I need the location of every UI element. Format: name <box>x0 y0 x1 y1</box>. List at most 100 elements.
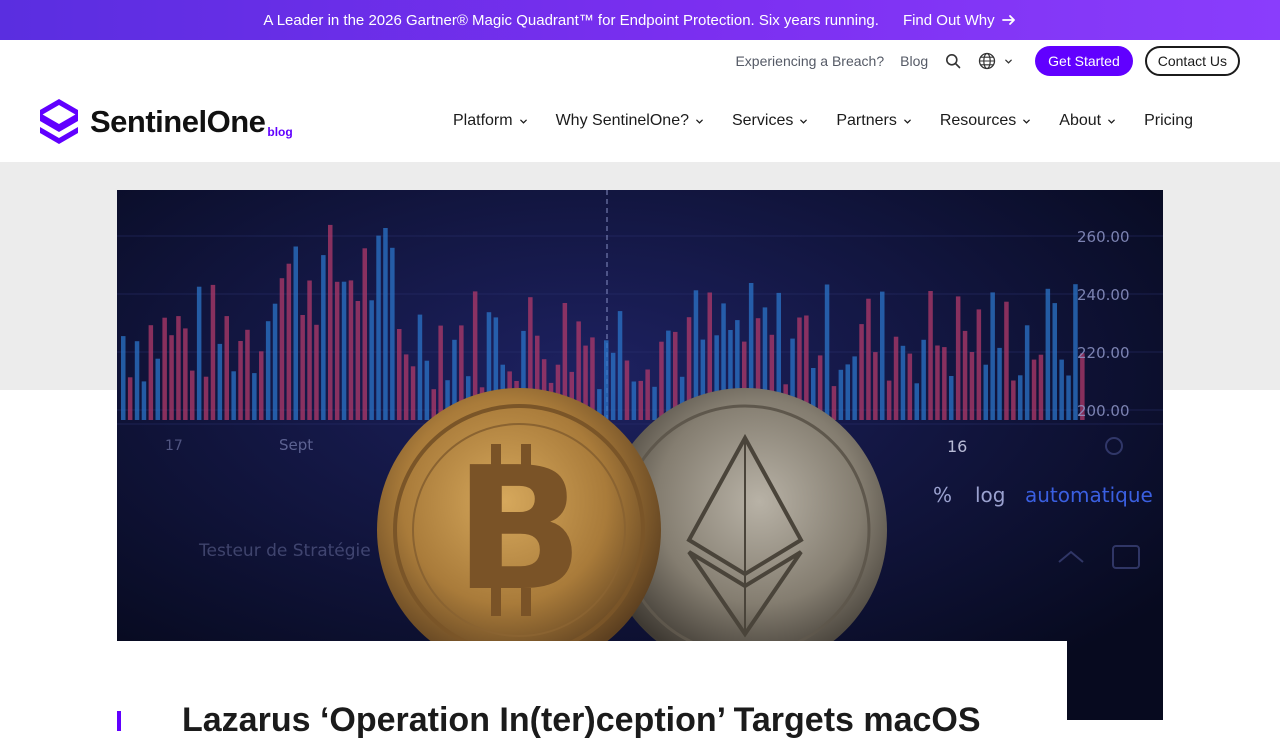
background-chart-bar <box>341 281 347 420</box>
background-chart-bar <box>286 263 292 420</box>
background-chart-bar <box>659 341 664 420</box>
chevron-down-icon <box>519 119 527 124</box>
background-chart-bar <box>852 356 857 420</box>
price-label: 220.00 <box>1077 344 1130 362</box>
background-chart-bar <box>314 324 319 420</box>
background-chart-bar <box>155 358 160 420</box>
background-chart-bar <box>300 315 305 420</box>
blog-link[interactable]: Blog <box>900 53 928 69</box>
background-chart-bar <box>127 377 133 420</box>
nav-item-why-sentinelone[interactable]: Why SentinelOne? <box>556 112 704 130</box>
background-chart-bar <box>604 340 609 420</box>
background-chart-bar <box>438 325 443 420</box>
background-chart-bar <box>252 373 257 420</box>
nav-item-label: Services <box>731 112 794 129</box>
logo-wordmark: SentinelOne <box>90 103 266 139</box>
chevron-down-icon <box>1108 119 1115 124</box>
contact-us-button[interactable]: Contact Us <box>1144 46 1240 76</box>
chevron-down-icon <box>1023 119 1031 124</box>
background-chart-bar <box>355 301 361 420</box>
background-chart-bar <box>824 284 830 420</box>
nav-item-resources[interactable]: Resources <box>940 112 1031 130</box>
background-chart-bar <box>624 360 630 420</box>
background-chart-bar <box>983 364 988 420</box>
svg-text:B: B <box>454 431 584 629</box>
background-chart-bar <box>1052 303 1057 420</box>
article-title[interactable]: Lazarus ‘Operation In(ter)ception’ Targe… <box>182 701 981 740</box>
background-chart-bar <box>1059 359 1064 420</box>
background-chart-bar <box>397 329 402 420</box>
background-chart-bar <box>231 371 236 420</box>
toolbar-automatique: automatique <box>1025 483 1153 507</box>
nav-item-about[interactable]: About <box>1059 112 1116 130</box>
background-chart-bar <box>259 351 264 420</box>
background-chart-bar <box>617 311 623 420</box>
background-chart-bar <box>121 336 126 420</box>
card-accent-bar <box>117 711 121 731</box>
background-chart-bar <box>652 386 657 420</box>
background-chart-bar <box>969 352 975 420</box>
chevron-down-icon <box>1005 59 1012 64</box>
background-chart-bar <box>928 291 933 420</box>
background-chart-bar <box>1011 380 1016 420</box>
nav-item-label: Why SentinelOne? <box>555 112 689 129</box>
background-chart-bar <box>859 324 864 420</box>
nav-item-platform[interactable]: Platform <box>453 112 528 130</box>
background-chart-bar <box>203 376 209 420</box>
background-chart-bar <box>272 303 278 420</box>
background-chart-bar <box>1024 325 1030 420</box>
nav-item-services[interactable]: Services <box>732 112 808 130</box>
date-label: 16 <box>947 437 967 456</box>
background-chart-bar <box>645 369 650 420</box>
nav-item-label: Partners <box>836 112 897 129</box>
price-label: 260.00 <box>1077 228 1130 246</box>
background-chart-bar <box>348 280 354 420</box>
background-chart-bar <box>265 321 271 420</box>
background-chart-bar <box>369 300 374 420</box>
nav-item-label: About <box>1059 112 1102 129</box>
background-chart-bar <box>238 341 243 420</box>
background-chart-bar <box>134 341 140 420</box>
background-chart-bar <box>914 383 919 420</box>
background-chart-bar <box>176 316 181 420</box>
language-selector[interactable] <box>978 52 1013 70</box>
nav-item-label: Resources <box>939 112 1017 129</box>
background-chart-bar <box>935 345 940 420</box>
utility-nav: Experiencing a Breach? Blog Get Started … <box>735 46 1240 76</box>
price-label: 240.00 <box>1077 286 1130 304</box>
background-chart-bar <box>942 347 947 420</box>
background-chart-bar <box>880 291 885 420</box>
find-out-why-link[interactable]: Find Out Why <box>903 12 1017 29</box>
background-chart-bar <box>631 381 637 420</box>
find-out-why-label: Find Out Why <box>902 11 995 29</box>
background-chart-bar <box>362 248 367 420</box>
background-chart-bar <box>976 309 982 420</box>
bitcoin-coin-icon: B <box>377 388 661 672</box>
search-icon[interactable] <box>944 52 962 70</box>
background-chart-bar <box>148 325 154 420</box>
background-chart-bar <box>955 296 961 420</box>
background-chart-bar <box>279 278 285 420</box>
background-chart-bar <box>886 380 892 420</box>
nav-item-pricing[interactable]: Pricing <box>1144 112 1193 130</box>
background-chart-bar <box>224 316 229 420</box>
experiencing-breach-link[interactable]: Experiencing a Breach? <box>735 53 884 69</box>
date-label: Sept <box>279 436 313 454</box>
main-nav: Platform Why SentinelOne? Services Partn… <box>453 108 1193 134</box>
logo-blog-suffix: blog <box>267 125 293 139</box>
background-chart-bar <box>638 380 643 420</box>
background-chart-bar <box>873 352 878 420</box>
get-started-button[interactable]: Get Started <box>1035 46 1133 76</box>
background-chart-bar <box>183 328 188 420</box>
background-chart-bar <box>921 339 926 420</box>
background-chart-bar <box>990 292 995 420</box>
arrow-right-icon <box>1001 15 1015 25</box>
nav-item-partners[interactable]: Partners <box>836 112 911 130</box>
background-chart-bar <box>210 284 216 420</box>
background-chart-bar <box>196 286 202 420</box>
background-chart-bar <box>383 228 388 420</box>
sentinelone-logo[interactable]: SentinelOne blog <box>40 99 293 144</box>
background-chart-bar <box>321 255 326 420</box>
background-chart-bar <box>390 247 395 420</box>
globe-icon <box>979 52 996 70</box>
